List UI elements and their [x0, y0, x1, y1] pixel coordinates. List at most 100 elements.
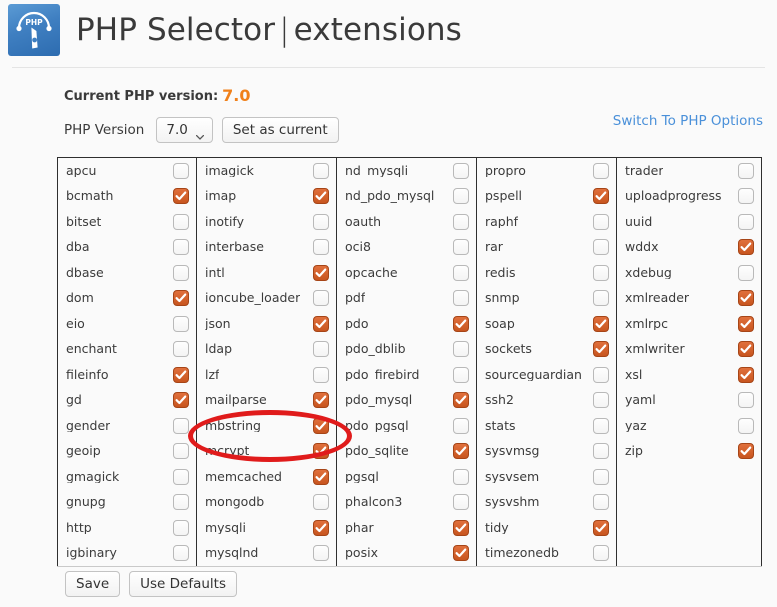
- checkbox-unchecked-icon[interactable]: [453, 494, 469, 511]
- checkbox-checked-icon[interactable]: [453, 392, 469, 409]
- checkbox-unchecked-icon[interactable]: [173, 443, 189, 460]
- extension-row[interactable]: mongodb: [197, 490, 336, 516]
- extension-row[interactable]: pdo_mysql: [337, 388, 476, 414]
- extension-row[interactable]: pdo: [337, 311, 476, 337]
- checkbox-unchecked-icon[interactable]: [173, 162, 189, 179]
- checkbox-unchecked-icon[interactable]: [313, 239, 329, 256]
- checkbox-checked-icon[interactable]: [738, 290, 754, 307]
- extension-row[interactable]: mailparse: [197, 388, 336, 414]
- extension-row[interactable]: phar: [337, 515, 476, 541]
- checkbox-checked-icon[interactable]: [313, 188, 329, 205]
- extension-row[interactable]: mysqli: [197, 515, 336, 541]
- extension-row[interactable]: mcrypt: [197, 439, 336, 465]
- checkbox-checked-icon[interactable]: [738, 443, 754, 460]
- extension-row[interactable]: nd_pdo_mysql: [337, 184, 476, 210]
- checkbox-checked-icon[interactable]: [453, 443, 469, 460]
- checkbox-unchecked-icon[interactable]: [593, 468, 609, 485]
- extension-row[interactable]: dom: [58, 286, 196, 312]
- checkbox-unchecked-icon[interactable]: [173, 494, 189, 511]
- checkbox-unchecked-icon[interactable]: [738, 264, 754, 281]
- extension-row[interactable]: bitset: [58, 209, 196, 235]
- checkbox-unchecked-icon[interactable]: [593, 213, 609, 230]
- checkbox-unchecked-icon[interactable]: [173, 264, 189, 281]
- checkbox-unchecked-icon[interactable]: [313, 290, 329, 307]
- extension-row[interactable]: pdo_firebird: [337, 362, 476, 388]
- checkbox-unchecked-icon[interactable]: [313, 366, 329, 383]
- checkbox-checked-icon[interactable]: [173, 188, 189, 205]
- extension-row[interactable]: oauth: [337, 209, 476, 235]
- extension-row[interactable]: nd_mysqli: [337, 158, 476, 184]
- checkbox-checked-icon[interactable]: [313, 315, 329, 332]
- checkbox-unchecked-icon[interactable]: [453, 366, 469, 383]
- extension-row[interactable]: lzf: [197, 362, 336, 388]
- use-defaults-button[interactable]: Use Defaults: [129, 571, 238, 597]
- extension-row[interactable]: pdo_dblib: [337, 337, 476, 363]
- extension-row[interactable]: xmlreader: [617, 286, 761, 312]
- extension-row[interactable]: memcached: [197, 464, 336, 490]
- extension-row[interactable]: ssh2: [477, 388, 616, 414]
- checkbox-unchecked-icon[interactable]: [453, 162, 469, 179]
- checkbox-checked-icon[interactable]: [453, 519, 469, 536]
- extension-row[interactable]: geoip: [58, 439, 196, 465]
- checkbox-unchecked-icon[interactable]: [593, 392, 609, 409]
- checkbox-checked-icon[interactable]: [593, 188, 609, 205]
- extension-row[interactable]: yaz: [617, 413, 761, 439]
- extension-row[interactable]: ldap: [197, 337, 336, 363]
- checkbox-checked-icon[interactable]: [313, 392, 329, 409]
- extension-row[interactable]: pspell: [477, 184, 616, 210]
- checkbox-unchecked-icon[interactable]: [453, 188, 469, 205]
- checkbox-checked-icon[interactable]: [313, 417, 329, 434]
- checkbox-unchecked-icon[interactable]: [593, 494, 609, 511]
- extension-row[interactable]: uuid: [617, 209, 761, 235]
- extension-row[interactable]: redis: [477, 260, 616, 286]
- save-button[interactable]: Save: [65, 571, 121, 597]
- checkbox-unchecked-icon[interactable]: [173, 239, 189, 256]
- checkbox-unchecked-icon[interactable]: [738, 188, 754, 205]
- checkbox-unchecked-icon[interactable]: [453, 264, 469, 281]
- checkbox-checked-icon[interactable]: [738, 315, 754, 332]
- checkbox-unchecked-icon[interactable]: [313, 213, 329, 230]
- extension-row[interactable]: xmlrpc: [617, 311, 761, 337]
- extension-row[interactable]: gender: [58, 413, 196, 439]
- extension-row[interactable]: http: [58, 515, 196, 541]
- extension-row[interactable]: pdo_pgsql: [337, 413, 476, 439]
- extension-row[interactable]: mysqlnd: [197, 541, 336, 567]
- extension-row[interactable]: sysvshm: [477, 490, 616, 516]
- checkbox-unchecked-icon[interactable]: [453, 417, 469, 434]
- extension-row[interactable]: inotify: [197, 209, 336, 235]
- extension-row[interactable]: ioncube_loader: [197, 286, 336, 312]
- checkbox-checked-icon[interactable]: [313, 519, 329, 536]
- checkbox-unchecked-icon[interactable]: [313, 494, 329, 511]
- extension-row[interactable]: apcu: [58, 158, 196, 184]
- checkbox-unchecked-icon[interactable]: [313, 162, 329, 179]
- extension-row[interactable]: oci8: [337, 235, 476, 261]
- extension-row[interactable]: mbstring: [197, 413, 336, 439]
- checkbox-checked-icon[interactable]: [593, 341, 609, 358]
- checkbox-unchecked-icon[interactable]: [453, 239, 469, 256]
- extension-row[interactable]: fileinfo: [58, 362, 196, 388]
- checkbox-unchecked-icon[interactable]: [313, 341, 329, 358]
- checkbox-unchecked-icon[interactable]: [453, 468, 469, 485]
- extension-row[interactable]: sysvmsg: [477, 439, 616, 465]
- extension-row[interactable]: imap: [197, 184, 336, 210]
- extension-row[interactable]: interbase: [197, 235, 336, 261]
- checkbox-unchecked-icon[interactable]: [593, 239, 609, 256]
- checkbox-checked-icon[interactable]: [313, 264, 329, 281]
- extension-row[interactable]: gd: [58, 388, 196, 414]
- checkbox-checked-icon[interactable]: [313, 468, 329, 485]
- checkbox-checked-icon[interactable]: [738, 341, 754, 358]
- extension-row[interactable]: yaml: [617, 388, 761, 414]
- extension-row[interactable]: stats: [477, 413, 616, 439]
- checkbox-unchecked-icon[interactable]: [173, 315, 189, 332]
- checkbox-unchecked-icon[interactable]: [593, 545, 609, 562]
- checkbox-checked-icon[interactable]: [593, 315, 609, 332]
- checkbox-unchecked-icon[interactable]: [453, 290, 469, 307]
- extension-row[interactable]: uploadprogress: [617, 184, 761, 210]
- checkbox-unchecked-icon[interactable]: [593, 443, 609, 460]
- extension-row[interactable]: gnupg: [58, 490, 196, 516]
- extension-row[interactable]: xdebug: [617, 260, 761, 286]
- extension-row[interactable]: dbase: [58, 260, 196, 286]
- checkbox-unchecked-icon[interactable]: [173, 519, 189, 536]
- checkbox-unchecked-icon[interactable]: [738, 392, 754, 409]
- checkbox-checked-icon[interactable]: [173, 290, 189, 307]
